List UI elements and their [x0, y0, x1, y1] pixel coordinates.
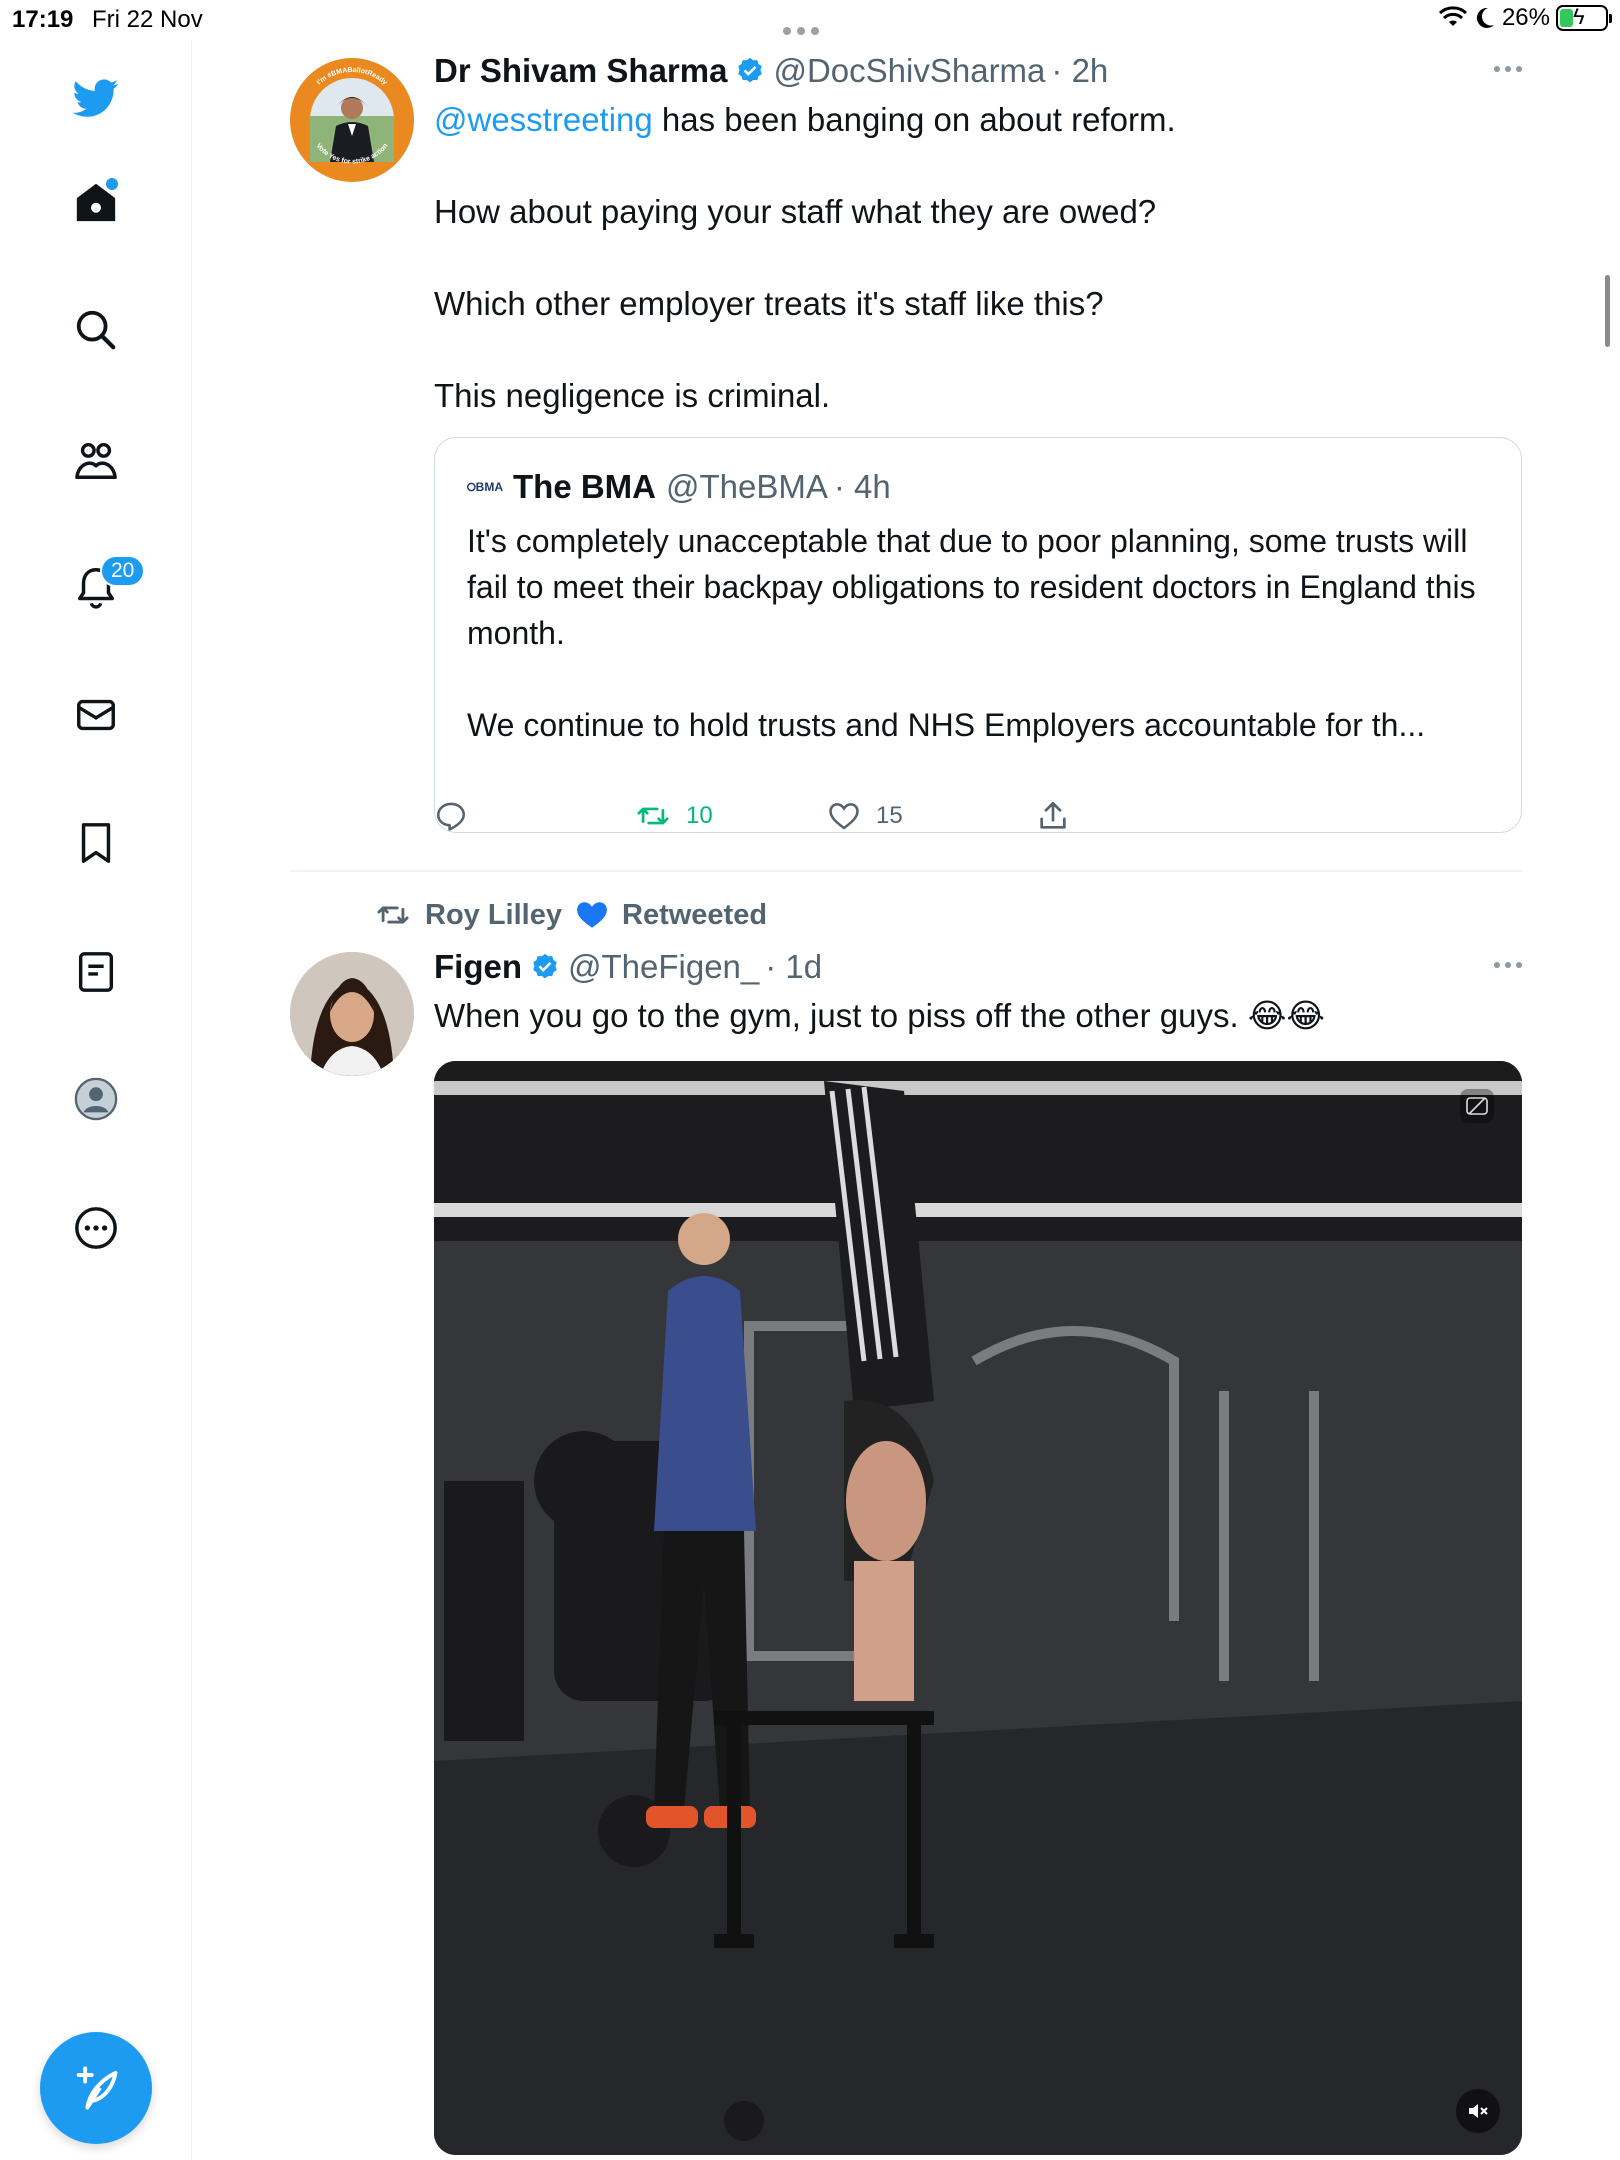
profile-icon[interactable] [64, 1067, 128, 1131]
tweet[interactable]: Figen @TheFigen_ · 1d When you go to the… [290, 948, 1522, 2160]
tweet-divider [290, 870, 1522, 872]
tweet-text: @wesstreeting has been banging on about … [434, 101, 1176, 414]
do-not-disturb-moon-icon [1476, 7, 1494, 28]
captions-icon[interactable] [1460, 1089, 1494, 1123]
quoted-author-name: The BMA [513, 468, 656, 505]
tweet-more-options-icon[interactable] [1494, 962, 1522, 968]
mute-icon[interactable] [1456, 2089, 1500, 2133]
quoted-tweet-card[interactable]: BMA The BMA @TheBMA · 4h It's completely… [434, 437, 1522, 833]
heart-icon [829, 803, 859, 830]
tweet-actions: 10 15 [434, 799, 1522, 839]
avatar-frame-image: I'm #BMABallotReady Vote Yes for strike … [310, 67, 394, 166]
blue-heart-emoji-icon [577, 902, 607, 928]
twitter-logo-icon[interactable] [64, 66, 128, 130]
reply-icon [436, 802, 466, 831]
scrollbar[interactable] [1605, 275, 1610, 347]
tweet-timestamp[interactable]: · 1d [765, 948, 822, 986]
share-button[interactable] [1036, 799, 1070, 833]
mention-link[interactable]: @wesstreeting [434, 101, 653, 138]
like-button[interactable]: 15 [826, 799, 903, 833]
verified-badge-icon [533, 953, 557, 979]
feather-plus-icon [76, 2066, 118, 2110]
author-name[interactable]: Figen [434, 948, 522, 986]
status-time: 17:19 [12, 6, 74, 33]
retweeter-name: Roy Lilley [425, 898, 562, 931]
reply-button[interactable] [434, 799, 468, 833]
share-icon [1040, 801, 1066, 829]
retweet-count: 10 [686, 802, 713, 829]
home-icon[interactable] [64, 170, 128, 234]
tweet-timestamp[interactable]: · 2h [1051, 52, 1108, 90]
wifi-icon [1438, 6, 1467, 26]
status-date: Fri 22 Nov [92, 6, 203, 33]
notifications-icon[interactable]: 20 [64, 555, 146, 619]
tweet-more-options-icon[interactable] [1494, 66, 1522, 72]
avatar-photo-image [290, 952, 414, 1076]
sidebar-nav: 20 [0, 40, 192, 2160]
tweet-video[interactable] [434, 1061, 1522, 2155]
multitasking-dots-icon[interactable] [783, 14, 825, 42]
verified-badge-icon [738, 57, 763, 83]
tweet-text: When you go to the gym, just to piss off… [434, 997, 1325, 1034]
battery-percent: 26% [1501, 4, 1550, 31]
lists-icon[interactable] [64, 940, 128, 1004]
compose-tweet-button[interactable] [40, 2032, 152, 2144]
retweet-icon [637, 807, 669, 825]
battery-icon: ϟ [1556, 4, 1612, 31]
search-icon[interactable] [64, 298, 128, 362]
quoted-tweet-text: It's completely unacceptable that due to… [467, 523, 1476, 743]
retweeted-by-banner[interactable]: Roy Lilley Retweeted [373, 898, 767, 932]
tweet[interactable]: I'm #BMABallotReady Vote Yes for strike … [290, 52, 1522, 852]
avatar[interactable]: I'm #BMABallotReady Vote Yes for strike … [290, 58, 414, 182]
home-unread-dot [106, 178, 118, 190]
author-name[interactable]: Dr Shivam Sharma [434, 52, 727, 90]
like-count: 15 [876, 802, 903, 829]
retweet-button[interactable]: 10 [634, 799, 713, 833]
bma-logo: BMA [467, 476, 503, 498]
messages-icon[interactable] [64, 683, 128, 747]
status-bar: 17:19 Fri 22 Nov 26% ϟ [0, 0, 1620, 40]
bookmarks-icon[interactable] [64, 811, 128, 875]
notifications-badge: 20 [100, 555, 146, 587]
communities-icon[interactable] [64, 428, 128, 492]
retweet-icon [377, 906, 409, 924]
author-handle[interactable]: @TheFigen_ [568, 948, 759, 986]
author-handle[interactable]: @DocShivSharma [773, 52, 1045, 90]
video-frame-image [434, 1061, 1522, 2155]
retweeted-label: Retweeted [622, 898, 768, 931]
quoted-author-handle: @TheBMA [666, 468, 828, 505]
quoted-timestamp: · 4h [833, 468, 891, 505]
avatar[interactable] [290, 952, 414, 1076]
more-icon[interactable] [64, 1196, 128, 1260]
